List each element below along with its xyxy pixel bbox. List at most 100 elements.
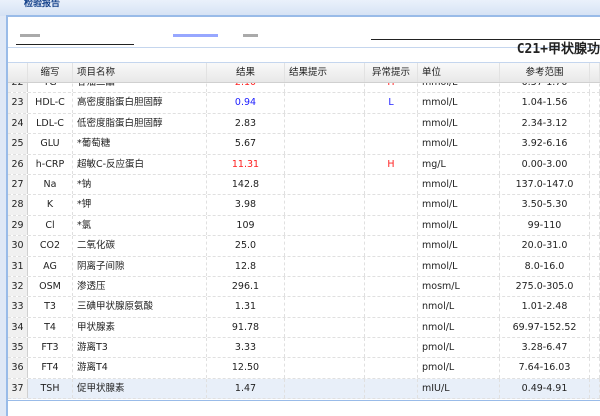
result: 142.8: [207, 174, 285, 195]
result-hint: [285, 358, 365, 378]
table-row[interactable]: 32 OSM 渗透压 296.1 mosm/L 275.0-305.0: [8, 276, 600, 298]
table-row[interactable]: 31 AG 阴离子间隙 12.8 mmol/L 8.0-16.0: [8, 256, 600, 277]
column-header-unit[interactable]: 单位: [418, 63, 500, 82]
result: 296.1: [207, 276, 285, 297]
item-name: 甲状腺素: [73, 317, 207, 338]
abbreviation: h-CRP: [28, 154, 73, 174]
item-name: 二氧化碳: [73, 236, 207, 256]
abbreviation: CO2: [28, 236, 73, 256]
reference-range: 0.57-1.70: [500, 83, 590, 93]
row-number: 32: [8, 276, 28, 297]
abbreviation: TSH: [28, 378, 73, 399]
abbreviation: FT4: [28, 358, 73, 378]
reference-range: 20.0-31.0: [500, 236, 590, 256]
column-header-row-number[interactable]: [8, 63, 28, 82]
result-hint: [285, 317, 365, 338]
table-row[interactable]: 28 K *钾 3.98 mmol/L 3.50-5.30: [8, 195, 600, 216]
unit: mmol/L: [418, 174, 500, 195]
item-name: 游离T3: [73, 338, 207, 358]
result: 3.33: [207, 338, 285, 358]
column-header-result[interactable]: 结果: [207, 63, 285, 82]
column-header-extra[interactable]: [590, 63, 600, 82]
table-row[interactable]: 22TG甘油三酯2.10 Hmmol/L0.57-1.70: [8, 83, 600, 94]
unit: pmol/L: [418, 338, 500, 358]
abbreviation: Cl: [28, 215, 73, 236]
row-number: 22: [8, 83, 28, 93]
result-hint: [285, 93, 365, 113]
table-row[interactable]: 33 T3 三碘甲状腺原氨酸 1.31 nmol/L 1.01-2.48: [8, 297, 600, 318]
tab-bar: 检验报告: [0, 0, 600, 16]
extra-cell: [590, 134, 600, 154]
tab-lab-report[interactable]: 检验报告: [18, 0, 66, 15]
abnormal-flag: H: [365, 154, 418, 174]
abnormal-flag: [365, 297, 418, 317]
result-hint: [285, 338, 365, 358]
abbreviation: T4: [28, 317, 73, 338]
table-row[interactable]: 26 h-CRP 超敏C-反应蛋白 11.31 Hmg/L 0.00-3.00: [8, 154, 600, 175]
reference-range: 3.28-6.47: [500, 338, 590, 358]
item-name: 超敏C-反应蛋白: [73, 154, 207, 174]
redacted-text: [243, 34, 258, 37]
reference-range: 0.49-4.91: [500, 378, 590, 399]
extra-cell: [590, 276, 600, 297]
reference-range: 99-110: [500, 215, 590, 236]
row-number: 28: [8, 195, 28, 215]
result-hint: [285, 113, 365, 134]
table-row[interactable]: 30 CO2 二氧化碳 25.0 mmol/L 20.0-31.0: [8, 236, 600, 257]
result: 91.78: [207, 317, 285, 338]
extra-cell: [590, 378, 600, 399]
result: 12.50: [207, 358, 285, 378]
column-header-abbreviation[interactable]: 缩写: [28, 63, 73, 82]
abnormal-flag: [365, 174, 418, 195]
unit: mmol/L: [418, 113, 500, 134]
reference-range: 3.50-5.30: [500, 195, 590, 215]
table-row[interactable]: 25 GLU *葡萄糖 5.67 mmol/L 3.92-6.16: [8, 134, 600, 155]
result: 2.83: [207, 113, 285, 134]
extra-cell: [590, 338, 600, 358]
item-name: 渗透压: [73, 276, 207, 297]
extra-cell: [590, 358, 600, 378]
unit: mmol/L: [418, 83, 500, 93]
table-row[interactable]: 23 HDL-C 高密度脂蛋白胆固醇 0.94 Lmmol/L 1.04-1.56: [8, 93, 600, 114]
abbreviation: HDL-C: [28, 93, 73, 113]
table-row[interactable]: 35 FT3 游离T3 3.33 pmol/L 3.28-6.47: [8, 338, 600, 359]
item-name: 促甲状腺素: [73, 378, 207, 399]
unit: mmol/L: [418, 195, 500, 215]
table-row[interactable]: 29 Cl *氯 109 mmol/L 99-110: [8, 215, 600, 237]
abbreviation: Na: [28, 174, 73, 195]
column-header-item-name[interactable]: 项目名称: [73, 63, 207, 82]
abbreviation: OSM: [28, 276, 73, 297]
column-header-result-hint[interactable]: 结果提示: [285, 63, 365, 82]
row-number: 33: [8, 297, 28, 317]
result: 1.31: [207, 297, 285, 317]
table-row[interactable]: 34 T4 甲状腺素 91.78 nmol/L 69.97-152.52: [8, 317, 600, 339]
row-number: 34: [8, 317, 28, 338]
table-row[interactable]: 24 LDL-C 低密度脂蛋白胆固醇 2.83 mmol/L 2.34-3.12: [8, 113, 600, 135]
result-hint: [285, 276, 365, 297]
column-header-abnormal-flag[interactable]: 异常提示: [365, 63, 418, 82]
unit: mmol/L: [418, 256, 500, 276]
column-header-reference-range[interactable]: 参考范围: [500, 63, 590, 82]
table-row[interactable]: 37 TSH 促甲状腺素 1.47 mIU/L 0.49-4.91: [8, 378, 600, 400]
result: 109: [207, 215, 285, 236]
results-table[interactable]: 22TG甘油三酯2.10Hmmol/L0.57-1.7023HDL-C高密度脂蛋…: [8, 83, 600, 401]
abnormal-flag: L: [365, 93, 418, 113]
result: 5.67: [207, 134, 285, 154]
table-row[interactable]: 36 FT4 游离T4 12.50 pmol/L 7.64-16.03: [8, 358, 600, 379]
extra-cell: [590, 174, 600, 195]
reference-range: 3.92-6.16: [500, 134, 590, 154]
patient-info: [8, 16, 600, 48]
row-number: 35: [8, 338, 28, 358]
abbreviation: AG: [28, 256, 73, 276]
result-hint: [285, 134, 365, 154]
unit: mmol/L: [418, 215, 500, 236]
abbreviation: K: [28, 195, 73, 215]
result-hint: [285, 154, 365, 174]
reference-range: 69.97-152.52: [500, 317, 590, 338]
result-hint: [285, 378, 365, 399]
table-row[interactable]: 27 Na *钠 142.8 mmol/L 137.0-147.0: [8, 174, 600, 196]
result: 11.31: [207, 154, 285, 174]
abnormal-flag: [365, 276, 418, 297]
result-hint: [285, 215, 365, 236]
abbreviation: TG: [28, 83, 73, 93]
